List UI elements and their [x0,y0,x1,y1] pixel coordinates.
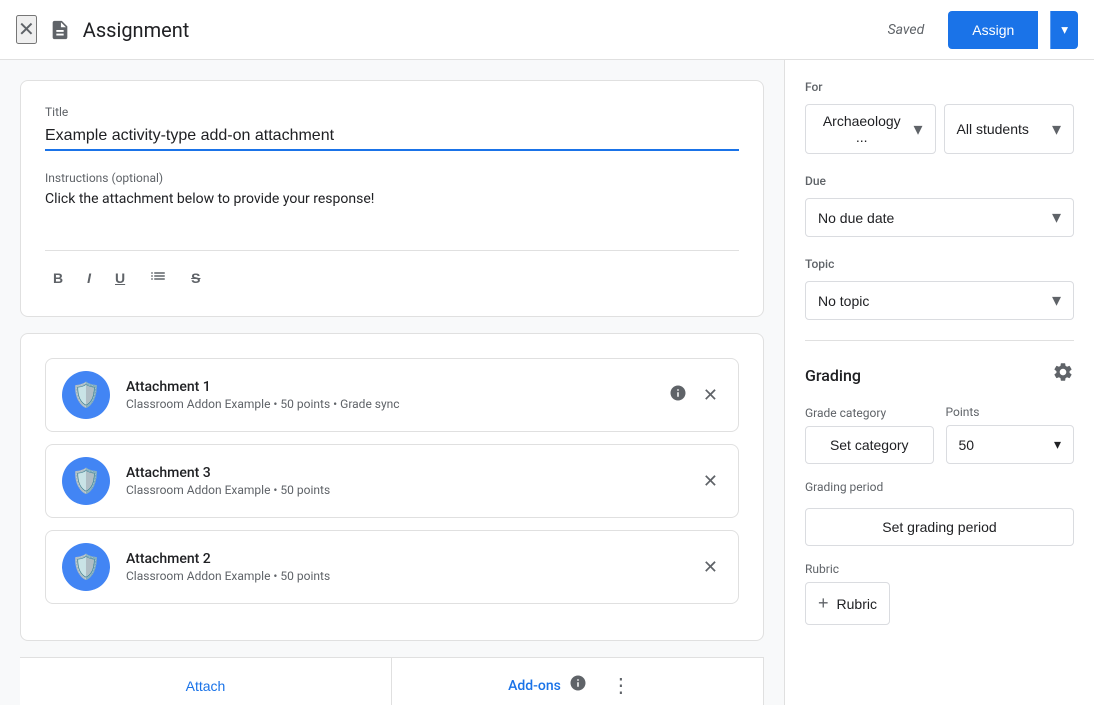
attachment-info: Attachment 2 Classroom Addon Example • 5… [126,551,683,583]
addons-more-button[interactable]: ⋮ [595,658,647,705]
attachment-name: Attachment 2 [126,551,683,567]
grading-section: Grading Grade category Set category Poin… [805,361,1074,625]
saved-status: Saved [888,22,925,38]
addons-label: Add-ons [508,678,561,694]
class-value: Archaeology ... [818,113,905,145]
grade-category-col: Grade category Set category [805,406,934,464]
right-panel: For Archaeology ... ▾ All students ▾ Due… [784,60,1094,705]
main-content: Title Instructions (optional) Click the … [0,60,1094,705]
attachment-item: 🛡️ Attachment 1 Classroom Addon Example … [45,358,739,432]
list-button[interactable] [141,263,175,292]
attachment-info: Attachment 1 Classroom Addon Example • 5… [126,379,649,411]
page-title: Assignment [83,18,876,42]
attachment-name: Attachment 3 [126,465,683,481]
left-panel: Title Instructions (optional) Click the … [0,60,784,705]
attachment-item: 🛡️ Attachment 3 Classroom Addon Example … [45,444,739,518]
attachment-info: Attachment 3 Classroom Addon Example • 5… [126,465,683,497]
add-rubric-label: Rubric [837,596,877,612]
assign-button[interactable]: Assign [948,11,1038,49]
shield-icon: 🛡️ [71,467,101,495]
grade-category-label: Grade category [805,406,934,420]
due-date-value: No due date [818,210,894,226]
topic-label: Topic [805,257,1074,271]
attachment-icon: 🛡️ [62,457,110,505]
attachment-meta: Classroom Addon Example • 50 points [126,483,683,497]
attach-button[interactable]: Attach [20,658,392,705]
points-col: Points 50 ▾ [946,405,1075,464]
attachment-actions: ✕ [699,467,722,496]
grading-period-section: Grading period Set grading period [805,480,1074,546]
bold-button[interactable]: B [45,263,71,292]
attachment-item: 🛡️ Attachment 2 Classroom Addon Example … [45,530,739,604]
instructions-text[interactable]: Click the attachment below to provide yo… [45,189,739,210]
chevron-down-icon: ▾ [1061,22,1068,38]
attachment-actions: ✕ [699,553,722,582]
grade-category-row: Grade category Set category Points 50 ▾ [805,405,1074,464]
attachment-remove-button[interactable]: ✕ [699,553,722,582]
instructions-label: Instructions (optional) [45,171,739,185]
add-rubric-button[interactable]: + Rubric [805,582,890,625]
chevron-down-icon: ▾ [1054,436,1061,453]
topic-value: No topic [818,293,869,309]
topic-section: Topic No topic ▾ [805,257,1074,341]
attachments-card: 🛡️ Attachment 1 Classroom Addon Example … [20,333,764,641]
grading-period-label: Grading period [805,480,1074,494]
close-button[interactable]: ✕ [16,15,37,44]
grading-settings-button[interactable] [1052,361,1074,389]
for-label: For [805,80,1074,94]
topic-dropdown[interactable]: No topic ▾ [805,281,1074,320]
title-input[interactable] [45,123,739,151]
set-grading-period-button[interactable]: Set grading period [805,508,1074,546]
points-value: 50 [959,437,975,453]
title-label: Title [45,105,739,119]
bottom-toolbar: Attach Add-ons ⋮ [20,657,764,705]
class-dropdown[interactable]: Archaeology ... ▾ [805,104,936,154]
grading-title: Grading [805,366,861,385]
chevron-down-icon: ▾ [1052,207,1061,228]
attachment-info-button[interactable] [665,380,691,411]
points-label: Points [946,405,1075,419]
points-dropdown[interactable]: 50 ▾ [946,425,1075,464]
attachment-meta: Classroom Addon Example • 50 points • Gr… [126,397,649,411]
app-header: ✕ Assignment Saved Assign ▾ [0,0,1094,60]
assignment-form-card: Title Instructions (optional) Click the … [20,80,764,317]
rubric-section: Rubric + Rubric [805,562,1074,625]
grading-header: Grading [805,361,1074,389]
plus-icon: + [818,593,829,614]
underline-button[interactable]: U [107,263,133,292]
attachment-remove-button[interactable]: ✕ [699,381,722,410]
students-value: All students [957,121,1029,137]
shield-icon: 🛡️ [71,381,101,409]
attachment-meta: Classroom Addon Example • 50 points [126,569,683,583]
italic-button[interactable]: I [79,263,99,292]
due-section: Due No due date ▾ [805,174,1074,237]
for-section: For Archaeology ... ▾ All students ▾ [805,80,1074,154]
title-section: Title [45,105,739,151]
due-date-dropdown[interactable]: No due date ▾ [805,198,1074,237]
attachment-icon: 🛡️ [62,543,110,591]
set-category-button[interactable]: Set category [805,426,934,464]
due-label: Due [805,174,1074,188]
addons-info-button[interactable] [569,674,587,697]
instructions-section: Instructions (optional) Click the attach… [45,171,739,210]
shield-icon: 🛡️ [71,553,101,581]
rubric-label: Rubric [805,562,1074,576]
attachment-remove-button[interactable]: ✕ [699,467,722,496]
addons-section: Add-ons ⋮ [392,658,764,705]
strikethrough-button[interactable]: S [183,263,208,292]
assign-dropdown-button[interactable]: ▾ [1050,11,1078,49]
attachment-icon: 🛡️ [62,371,110,419]
doc-icon [49,19,71,41]
for-row: Archaeology ... ▾ All students ▾ [805,104,1074,154]
chevron-down-icon: ▾ [913,119,922,140]
attachment-name: Attachment 1 [126,379,649,395]
students-dropdown[interactable]: All students ▾ [944,104,1075,154]
chevron-down-icon: ▾ [1052,290,1061,311]
formatting-toolbar: B I U S [45,250,739,292]
chevron-down-icon: ▾ [1052,119,1061,140]
attachment-actions: ✕ [665,380,722,411]
